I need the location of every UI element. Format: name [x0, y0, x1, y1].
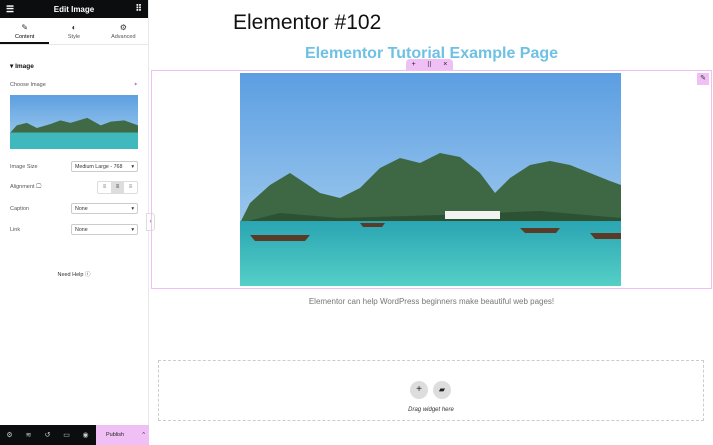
drag-handle-icon[interactable]: ⠿	[427, 61, 432, 69]
align-right-button[interactable]: ≡	[124, 182, 137, 193]
need-help-link[interactable]: Need Help ⓘ	[10, 270, 138, 278]
choose-image-label: Choose Image	[10, 82, 46, 88]
close-icon[interactable]: ×	[443, 61, 447, 68]
edit-widget-pencil-icon[interactable]: ✎	[697, 73, 709, 85]
publish-button[interactable]: Publish ^	[96, 425, 149, 445]
align-left-button[interactable]: ≡	[98, 182, 111, 193]
chevron-down-icon: ▾	[131, 226, 134, 233]
drop-zone-label: Drag widget here	[408, 407, 454, 413]
tab-label: Content	[15, 34, 35, 40]
select-value: Medium Large - 768	[75, 163, 123, 170]
tab-label: Style	[67, 34, 81, 40]
link-label: Link	[10, 226, 21, 233]
settings-icon[interactable]: ⚙	[0, 431, 19, 439]
image-thumbnail[interactable]	[10, 95, 138, 149]
responsive-icon[interactable]: ▭	[57, 431, 76, 439]
layers-icon[interactable]: ≋	[19, 431, 38, 439]
preview-eye-icon[interactable]: ◉	[76, 431, 95, 439]
tab-advanced[interactable]: ⚙ Advanced	[99, 18, 148, 44]
caption-label: Caption	[10, 205, 29, 212]
alignment-control: ≡ ≡ ≡	[97, 181, 138, 194]
image-size-label: Image Size	[10, 163, 38, 170]
desktop-icon[interactable]: 🖵	[36, 184, 41, 190]
page-title: Elementor #102	[233, 11, 382, 34]
add-icon[interactable]: +	[412, 61, 416, 68]
drop-zone[interactable]: + ▰ Drag widget here	[158, 360, 704, 421]
image-size-select[interactable]: Medium Large - 768 ▾	[71, 161, 138, 172]
menu-icon[interactable]: ☰	[6, 4, 14, 15]
text-editor-widget[interactable]: Elementor can help WordPress beginners m…	[150, 297, 713, 306]
link-select[interactable]: None ▾	[71, 224, 138, 235]
pencil-icon: ✎	[21, 23, 29, 32]
alignment-label: Alignment	[10, 184, 35, 190]
contrast-icon: ◐	[71, 23, 77, 32]
section-title: Image	[15, 63, 34, 70]
panel-title: Edit Image	[53, 4, 95, 14]
caption-select[interactable]: None ▾	[71, 203, 138, 214]
publish-label: Publish	[106, 432, 125, 438]
align-center-button[interactable]: ≡	[111, 182, 124, 193]
image-widget[interactable]	[240, 73, 621, 286]
need-help-label: Need Help	[57, 272, 84, 278]
section-handle: + ⠿ ×	[406, 59, 453, 70]
help-icon: ⓘ	[85, 272, 91, 278]
chevron-down-icon: ▾	[131, 205, 134, 212]
template-library-folder-icon[interactable]: ▰	[433, 381, 451, 399]
gear-icon: ⚙	[119, 23, 127, 32]
history-icon[interactable]: ↺	[38, 431, 57, 439]
ai-icon[interactable]: ✦	[133, 82, 138, 88]
editor-panel: ☰ Edit Image ⠿ ✎ Content ◐ Style ⚙ Advanced…	[0, 0, 149, 445]
tab-content[interactable]: ✎ Content	[0, 18, 50, 44]
widgets-grid-icon[interactable]: ⠿	[135, 3, 142, 14]
tab-label: Advanced	[111, 34, 136, 40]
section-toggle-image[interactable]: ▾ Image	[10, 62, 138, 70]
add-section-button[interactable]: +	[410, 381, 428, 399]
panel-header: ☰ Edit Image ⠿	[0, 0, 148, 18]
chevron-up-icon[interactable]: ^	[142, 432, 145, 438]
bottom-toolbar: ⚙ ≋ ↺ ▭ ◉ Publish ^	[0, 425, 149, 445]
select-value: None	[75, 205, 88, 212]
select-value: None	[75, 226, 88, 233]
tab-style[interactable]: ◐ Style	[49, 18, 98, 44]
chevron-down-icon: ▾	[131, 163, 134, 170]
